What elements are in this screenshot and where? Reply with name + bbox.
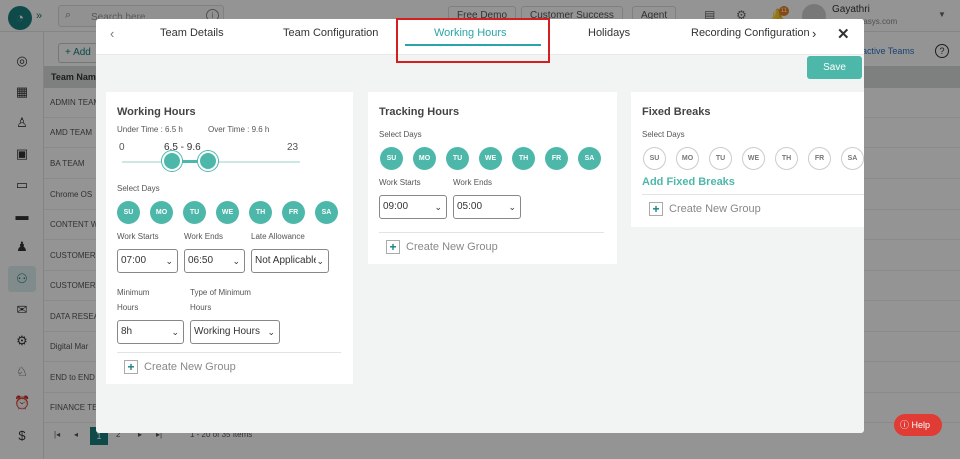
tabs-left-arrow-icon[interactable]: ‹ — [110, 26, 114, 41]
day-toggle-fr[interactable]: FR — [282, 201, 305, 224]
chevron-down-icon: ⌄ — [508, 202, 516, 212]
late-allowance-select[interactable]: Not Applicable ⌄ — [251, 249, 329, 273]
day-toggle-fr[interactable]: FR — [808, 147, 831, 170]
tracking-end-select[interactable]: 05:00 ⌄ — [453, 195, 521, 219]
team-settings-modal: ‹ Team Details Team Configuration Workin… — [96, 19, 864, 433]
day-toggle-fr[interactable]: FR — [545, 147, 568, 170]
create-new-group-link[interactable]: Create New Group — [669, 203, 761, 215]
chevron-down-icon: ⌄ — [171, 327, 179, 337]
minimum-hours-label: Minimum — [117, 288, 150, 297]
tab-holidays[interactable]: Holidays — [588, 27, 630, 39]
day-toggle-su[interactable]: SU — [643, 147, 666, 170]
plus-icon[interactable]: + — [124, 360, 138, 374]
day-toggle-th[interactable]: TH — [775, 147, 798, 170]
type-min-hours-label: Type of Minimum — [190, 288, 251, 297]
day-toggle-su[interactable]: SU — [380, 147, 403, 170]
select-days-label: Select Days — [379, 130, 422, 139]
highlight-box — [396, 18, 550, 63]
minimum-hours-select[interactable]: 8h ⌄ — [117, 320, 184, 344]
plus-icon[interactable]: + — [649, 202, 663, 216]
plus-icon[interactable]: + — [386, 240, 400, 254]
day-toggle-th[interactable]: TH — [249, 201, 272, 224]
work-ends-value: 06:50 — [188, 255, 214, 266]
help-label: Help — [911, 420, 931, 430]
day-toggle-th[interactable]: TH — [512, 147, 535, 170]
chevron-down-icon: ⌄ — [316, 250, 324, 272]
tracking-start-select[interactable]: 09:00 ⌄ — [379, 195, 447, 219]
divider — [117, 352, 341, 353]
slider-thumb-high[interactable] — [198, 151, 219, 171]
create-new-group-link[interactable]: Create New Group — [144, 361, 236, 373]
type-min-hours-value: Working Hours — [194, 326, 260, 337]
create-new-group-link[interactable]: Create New Group — [406, 241, 498, 253]
tracking-hours-card: Tracking Hours Select Days SU MO TU WE T… — [368, 92, 617, 264]
day-toggle-tu[interactable]: TU — [709, 147, 732, 170]
day-toggle-su[interactable]: SU — [117, 201, 140, 224]
tracking-end-value: 05:00 — [457, 201, 483, 212]
day-toggle-sa[interactable]: SA — [841, 147, 864, 170]
minimum-hours-value: 8h — [121, 326, 133, 337]
tracking-start-value: 09:00 — [383, 201, 409, 212]
help-button[interactable]: ⓘ Help — [894, 414, 942, 436]
day-toggle-we[interactable]: WE — [742, 147, 765, 170]
work-starts-value: 07:00 — [121, 255, 147, 266]
late-allowance-label: Late Allowance — [251, 232, 305, 241]
tracking-hours-title: Tracking Hours — [379, 106, 460, 118]
minimum-hours-label-2: Hours — [117, 303, 139, 312]
day-toggle-sa[interactable]: SA — [315, 201, 338, 224]
select-days-label: Select Days — [642, 130, 685, 139]
day-toggle-mo[interactable]: MO — [676, 147, 699, 170]
add-fixed-breaks-link[interactable]: Add Fixed Breaks — [642, 176, 735, 188]
over-time-label: Over Time : 9.6 h — [208, 125, 270, 134]
chevron-down-icon: ⌄ — [165, 256, 173, 266]
close-icon[interactable]: ✕ — [837, 25, 850, 43]
chevron-down-icon: ⌄ — [267, 321, 275, 343]
day-toggle-sa[interactable]: SA — [578, 147, 601, 170]
select-days-label: Select Days — [117, 184, 160, 193]
work-ends-label: Work Ends — [453, 178, 492, 187]
work-ends-label: Work Ends — [184, 232, 223, 241]
slider-max-label: 23 — [287, 142, 299, 153]
under-time-label: Under Time : 6.5 h — [117, 125, 183, 134]
tabs-right-arrow-icon[interactable]: › — [812, 26, 816, 41]
chevron-down-icon: ⌄ — [434, 202, 442, 212]
working-hours-card: Working Hours Under Time : 6.5 h Over Ti… — [106, 92, 353, 384]
divider — [642, 194, 864, 195]
type-min-hours-select[interactable]: Working Hours ⌄ — [190, 320, 280, 344]
working-hours-title: Working Hours — [117, 106, 196, 118]
day-toggle-tu[interactable]: TU — [183, 201, 206, 224]
work-ends-select[interactable]: 06:50 ⌄ — [184, 249, 245, 273]
slider-min-label: 0 — [119, 142, 125, 153]
fixed-breaks-title: Fixed Breaks — [642, 106, 711, 118]
day-toggle-we[interactable]: WE — [479, 147, 502, 170]
tab-team-details[interactable]: Team Details — [160, 27, 224, 39]
tab-recording-configuration[interactable]: Recording Configuration — [691, 27, 810, 39]
tab-team-configuration[interactable]: Team Configuration — [283, 27, 378, 39]
work-starts-label: Work Starts — [117, 232, 159, 241]
chevron-down-icon: ⌄ — [232, 256, 240, 266]
day-toggle-mo[interactable]: MO — [413, 147, 436, 170]
save-button[interactable]: Save — [807, 56, 862, 79]
late-allowance-value: Not Applicable — [255, 255, 319, 266]
fixed-breaks-card: Fixed Breaks Select Days SU MO TU WE TH … — [631, 92, 864, 227]
type-min-hours-label-2: Hours — [190, 303, 212, 312]
day-toggle-tu[interactable]: TU — [446, 147, 469, 170]
day-toggle-we[interactable]: WE — [216, 201, 239, 224]
day-toggle-mo[interactable]: MO — [150, 201, 173, 224]
slider-thumb-low[interactable] — [162, 151, 183, 171]
divider — [379, 232, 604, 233]
work-starts-select[interactable]: 07:00 ⌄ — [117, 249, 178, 273]
help-icon: ⓘ — [900, 420, 910, 430]
work-starts-label: Work Starts — [379, 178, 421, 187]
